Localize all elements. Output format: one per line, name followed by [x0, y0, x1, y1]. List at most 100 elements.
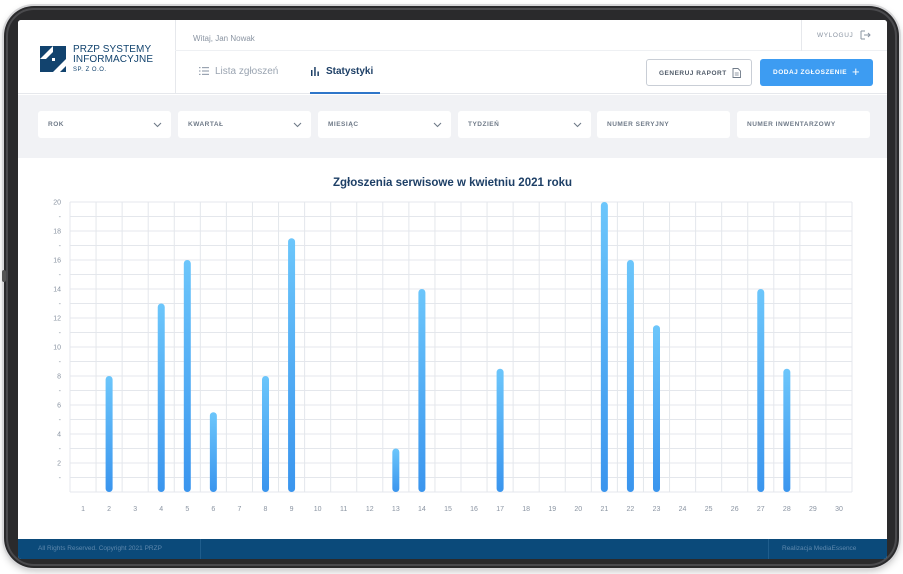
x-tick-label: 4 — [159, 506, 163, 513]
y-tick-label: - — [59, 475, 62, 482]
header-divider — [175, 20, 176, 94]
generate-report-button[interactable]: GENERUJ RAPORT — [646, 59, 752, 86]
y-tick-label: - — [59, 330, 62, 337]
tablet-side-button — [2, 270, 6, 282]
logout-icon — [860, 30, 871, 40]
footer-divider — [768, 539, 769, 559]
x-tick-label: 11 — [340, 506, 347, 513]
footer-copyright: All Rights Reserved. Copyright 2021 PRZP — [38, 545, 162, 552]
bar-day-13[interactable] — [392, 448, 400, 493]
x-tick-label: 22 — [627, 506, 635, 513]
serial-number-placeholder: NUMER SERYJNY — [607, 121, 670, 128]
bar-chart-icon — [311, 67, 319, 76]
tab-statistics-label: Statystyki — [326, 66, 374, 77]
bar-day-2[interactable] — [105, 376, 113, 492]
x-tick-label: 8 — [264, 506, 268, 513]
x-tick-label: 23 — [653, 506, 661, 513]
filter-week-label: TYDZIEŃ — [468, 121, 500, 128]
plus-icon: + — [852, 64, 860, 79]
x-tick-label: 28 — [783, 506, 791, 513]
bar-day-28[interactable] — [783, 368, 791, 492]
x-tick-label: 7 — [237, 506, 241, 513]
x-tick-label: 25 — [705, 506, 713, 513]
x-tick-label: 2 — [107, 506, 111, 513]
serial-number-input[interactable]: NUMER SERYJNY — [597, 111, 730, 138]
filter-bar: ROK KWARTAŁ MIESIĄC TYDZIEŃ NUMER SERYJN… — [18, 95, 887, 158]
bar-day-8[interactable] — [262, 376, 269, 492]
bar-day-17[interactable] — [496, 368, 504, 492]
bar-day-4[interactable] — [157, 303, 165, 493]
y-tick-label: 12 — [53, 316, 61, 323]
document-icon — [732, 68, 741, 78]
bar-day-14[interactable] — [418, 289, 426, 492]
company-logo[interactable]: PRZP SYSTEMY INFORMACYJNE SP. Z O.O. — [40, 42, 170, 78]
filter-month-label: MIESIĄC — [328, 121, 359, 128]
x-tick-label: 13 — [392, 506, 400, 513]
filter-quarter-select[interactable]: KWARTAŁ — [178, 111, 311, 138]
x-tick-label: 30 — [835, 506, 843, 513]
x-tick-label: 6 — [211, 506, 215, 513]
add-issue-button[interactable]: DODAJ ZGŁOSZENIE + — [760, 59, 873, 86]
bar-day-5[interactable] — [183, 260, 191, 492]
y-tick-label: 8 — [57, 374, 61, 381]
tab-issue-list-label: Lista zgłoszeń — [215, 66, 279, 77]
list-icon — [199, 67, 209, 75]
bar-day-6[interactable] — [209, 412, 217, 492]
x-tick-label: 10 — [314, 506, 322, 513]
x-tick-label: 14 — [418, 506, 426, 513]
inventory-number-placeholder: NUMER INWENTARZOWY — [747, 121, 836, 128]
x-tick-label: 16 — [470, 506, 478, 513]
bar-day-27[interactable] — [757, 289, 765, 492]
inventory-number-input[interactable]: NUMER INWENTARZOWY — [737, 111, 870, 138]
chevron-down-icon — [153, 122, 162, 128]
logout-button[interactable]: WYLOGUJ — [801, 20, 887, 51]
x-tick-label: 29 — [809, 506, 817, 513]
filter-month-select[interactable]: MIESIĄC — [318, 111, 451, 138]
x-tick-label: 26 — [731, 506, 739, 513]
x-tick-label: 18 — [522, 506, 530, 513]
y-tick-label: - — [59, 301, 62, 308]
y-tick-label: - — [59, 214, 62, 221]
app-screen: PRZP SYSTEMY INFORMACYJNE SP. Z O.O. Wit… — [18, 20, 887, 559]
y-tick-label: 6 — [57, 403, 61, 410]
bar-day-23[interactable] — [653, 325, 660, 492]
chevron-down-icon — [293, 122, 302, 128]
x-tick-label: 20 — [574, 506, 582, 513]
add-issue-label: DODAJ ZGŁOSZENIE — [773, 69, 848, 76]
logo-text-line3: SP. Z O.O. — [73, 67, 107, 73]
y-tick-label: 20 — [53, 200, 61, 207]
y-tick-label: 2 — [57, 461, 61, 468]
x-tick-label: 17 — [496, 506, 504, 513]
y-tick-label: 18 — [53, 229, 61, 236]
tab-statistics[interactable]: Statystyki — [310, 61, 380, 94]
x-tick-label: 19 — [548, 506, 556, 513]
y-tick-label: - — [59, 388, 62, 395]
chevron-down-icon — [433, 122, 442, 128]
x-tick-label: 12 — [366, 506, 374, 513]
footer-divider — [200, 539, 201, 559]
bar-day-9[interactable] — [288, 238, 296, 492]
tab-issue-list[interactable]: Lista zgłoszeń — [199, 61, 291, 94]
header-topline — [175, 50, 887, 51]
y-tick-label: - — [59, 417, 62, 424]
x-tick-label: 1 — [81, 506, 85, 513]
filter-year-select[interactable]: ROK — [38, 111, 171, 138]
service-requests-chart: 20-18-16-14-12-10-8-6-4-2-1 2 3 4 5 6 7 8 9 10 11 1… — [53, 200, 853, 513]
chart-title: Zgłoszenia serwisowe w kwietniu 2021 rok… — [332, 177, 573, 189]
y-tick-label: - — [59, 359, 62, 366]
x-tick-label: 5 — [185, 506, 189, 513]
x-tick-label: 21 — [600, 506, 608, 513]
x-tick-label: 15 — [444, 506, 452, 513]
user-greeting: Witaj, Jan Nowak — [193, 34, 255, 43]
bar-day-21[interactable] — [600, 202, 608, 492]
y-tick-label: 4 — [57, 432, 61, 439]
y-tick-label: 14 — [53, 287, 61, 294]
bar-day-22[interactable] — [626, 260, 634, 492]
app-header: PRZP SYSTEMY INFORMACYJNE SP. Z O.O. Wit… — [18, 20, 887, 94]
y-tick-label: - — [59, 272, 62, 279]
filter-quarter-label: KWARTAŁ — [188, 121, 224, 128]
x-tick-label: 9 — [290, 506, 294, 513]
logo-mark-icon — [40, 46, 66, 72]
logo-text-line2: INFORMACYJNE — [73, 54, 154, 65]
filter-week-select[interactable]: TYDZIEŃ — [458, 111, 591, 138]
